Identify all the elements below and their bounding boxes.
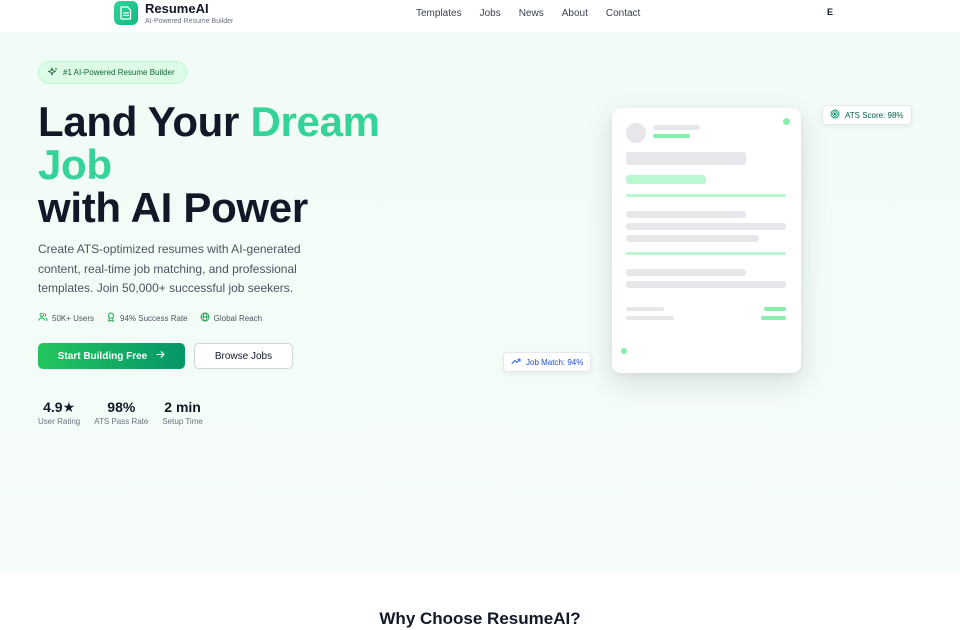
user-avatar[interactable]: E — [827, 7, 833, 17]
placeholder-bar — [653, 134, 690, 138]
hero-section: #1 AI-Powered Resume Builder Land Your D… — [0, 32, 960, 572]
brand-tagline: AI-Powered Resume Builder — [145, 17, 234, 25]
headline-accent-dream: Dream — [250, 98, 380, 145]
placeholder-bar — [626, 316, 674, 320]
nav-link-about[interactable]: About — [562, 8, 588, 19]
arrow-right-icon — [156, 350, 165, 362]
stat-global-label: Global Reach — [213, 313, 263, 323]
award-icon — [106, 312, 116, 324]
hero-badge: #1 AI-Powered Resume Builder — [38, 61, 187, 84]
users-icon — [38, 312, 48, 324]
nav-link-templates[interactable]: Templates — [416, 8, 462, 19]
ats-score-pill: ATS Score: 98% — [822, 105, 912, 125]
nav-link-news[interactable]: News — [519, 8, 544, 19]
main-nav: Templates Jobs News About Contact — [416, 8, 640, 19]
metric-label: ATS Pass Rate — [94, 417, 149, 426]
headline-plain: Land Your — [38, 98, 251, 145]
sparkles-icon — [48, 64, 58, 82]
target-icon — [830, 106, 840, 124]
brand-logo[interactable]: ResumeAI AI-Powered Resume Builder — [114, 0, 233, 26]
placeholder-bar — [626, 269, 746, 276]
stat-users: 50K+ Users — [38, 312, 94, 324]
metric-label: Setup Time — [162, 417, 203, 426]
avatar-placeholder — [626, 123, 646, 143]
stat-success-label: 94% Success Rate — [120, 313, 188, 323]
hero-headline: Land Your Dream Job with AI Power — [38, 100, 380, 229]
placeholder-bar — [626, 152, 746, 165]
top-navbar: ResumeAI AI-Powered Resume Builder Templ… — [0, 0, 960, 32]
status-dot — [621, 348, 627, 354]
job-match-text: Job Match: 94% — [526, 357, 584, 367]
placeholder-bar — [626, 211, 746, 218]
placeholder-bar — [626, 235, 759, 242]
hero-stats: 50K+ Users 94% Success Rate Global Reach — [38, 312, 262, 324]
metric-label: User Rating — [38, 417, 81, 426]
headline-line3: with AI Power — [38, 184, 308, 231]
job-match-pill: Job Match: 94% — [503, 352, 592, 372]
placeholder-bar — [764, 307, 786, 311]
metric-setup-time: 2 min Setup Time — [162, 398, 202, 426]
metric-ats-pass-rate: 98% ATS Pass Rate — [94, 398, 148, 426]
nav-link-jobs[interactable]: Jobs — [480, 8, 501, 19]
nav-link-contact[interactable]: Contact — [606, 8, 640, 19]
placeholder-bar — [653, 125, 700, 130]
metric-value: 98% — [107, 399, 136, 415]
placeholder-bar — [626, 281, 786, 288]
document-icon — [114, 1, 138, 25]
ats-score-text: ATS Score: 98% — [845, 110, 904, 120]
globe-icon — [200, 312, 210, 324]
placeholder-bar — [626, 307, 664, 311]
brand-name: ResumeAI — [145, 0, 209, 16]
section-title-why: Why Choose ResumeAI? — [379, 609, 581, 628]
start-building-label: Start Building Free — [57, 350, 148, 362]
start-building-button[interactable]: Start Building Free — [38, 343, 185, 369]
metric-user-rating: 4.9★ User Rating — [38, 398, 80, 426]
metric-value: 2 min — [164, 399, 201, 415]
placeholder-bar — [626, 175, 706, 184]
stat-users-label: 50K+ Users — [52, 313, 95, 323]
browse-jobs-button[interactable]: Browse Jobs — [194, 343, 293, 369]
stat-global-reach: Global Reach — [200, 312, 262, 324]
hero-metrics: 4.9★ User Rating 98% ATS Pass Rate 2 min… — [38, 398, 203, 426]
browse-jobs-label: Browse Jobs — [214, 350, 273, 362]
hero-badge-text: #1 AI-Powered Resume Builder — [63, 68, 175, 77]
headline-accent-job: Job — [38, 141, 112, 188]
stat-success-rate: 94% Success Rate — [106, 312, 188, 324]
placeholder-bar — [626, 223, 786, 230]
hero-subtext: Create ATS-optimized resumes with AI-gen… — [38, 242, 301, 295]
status-dot — [783, 118, 790, 125]
metric-value: 4.9★ — [43, 399, 76, 415]
placeholder-divider — [626, 194, 786, 197]
resume-preview-card — [612, 108, 801, 373]
trending-up-icon — [511, 353, 521, 371]
placeholder-divider — [626, 252, 786, 255]
placeholder-bar — [761, 316, 786, 320]
